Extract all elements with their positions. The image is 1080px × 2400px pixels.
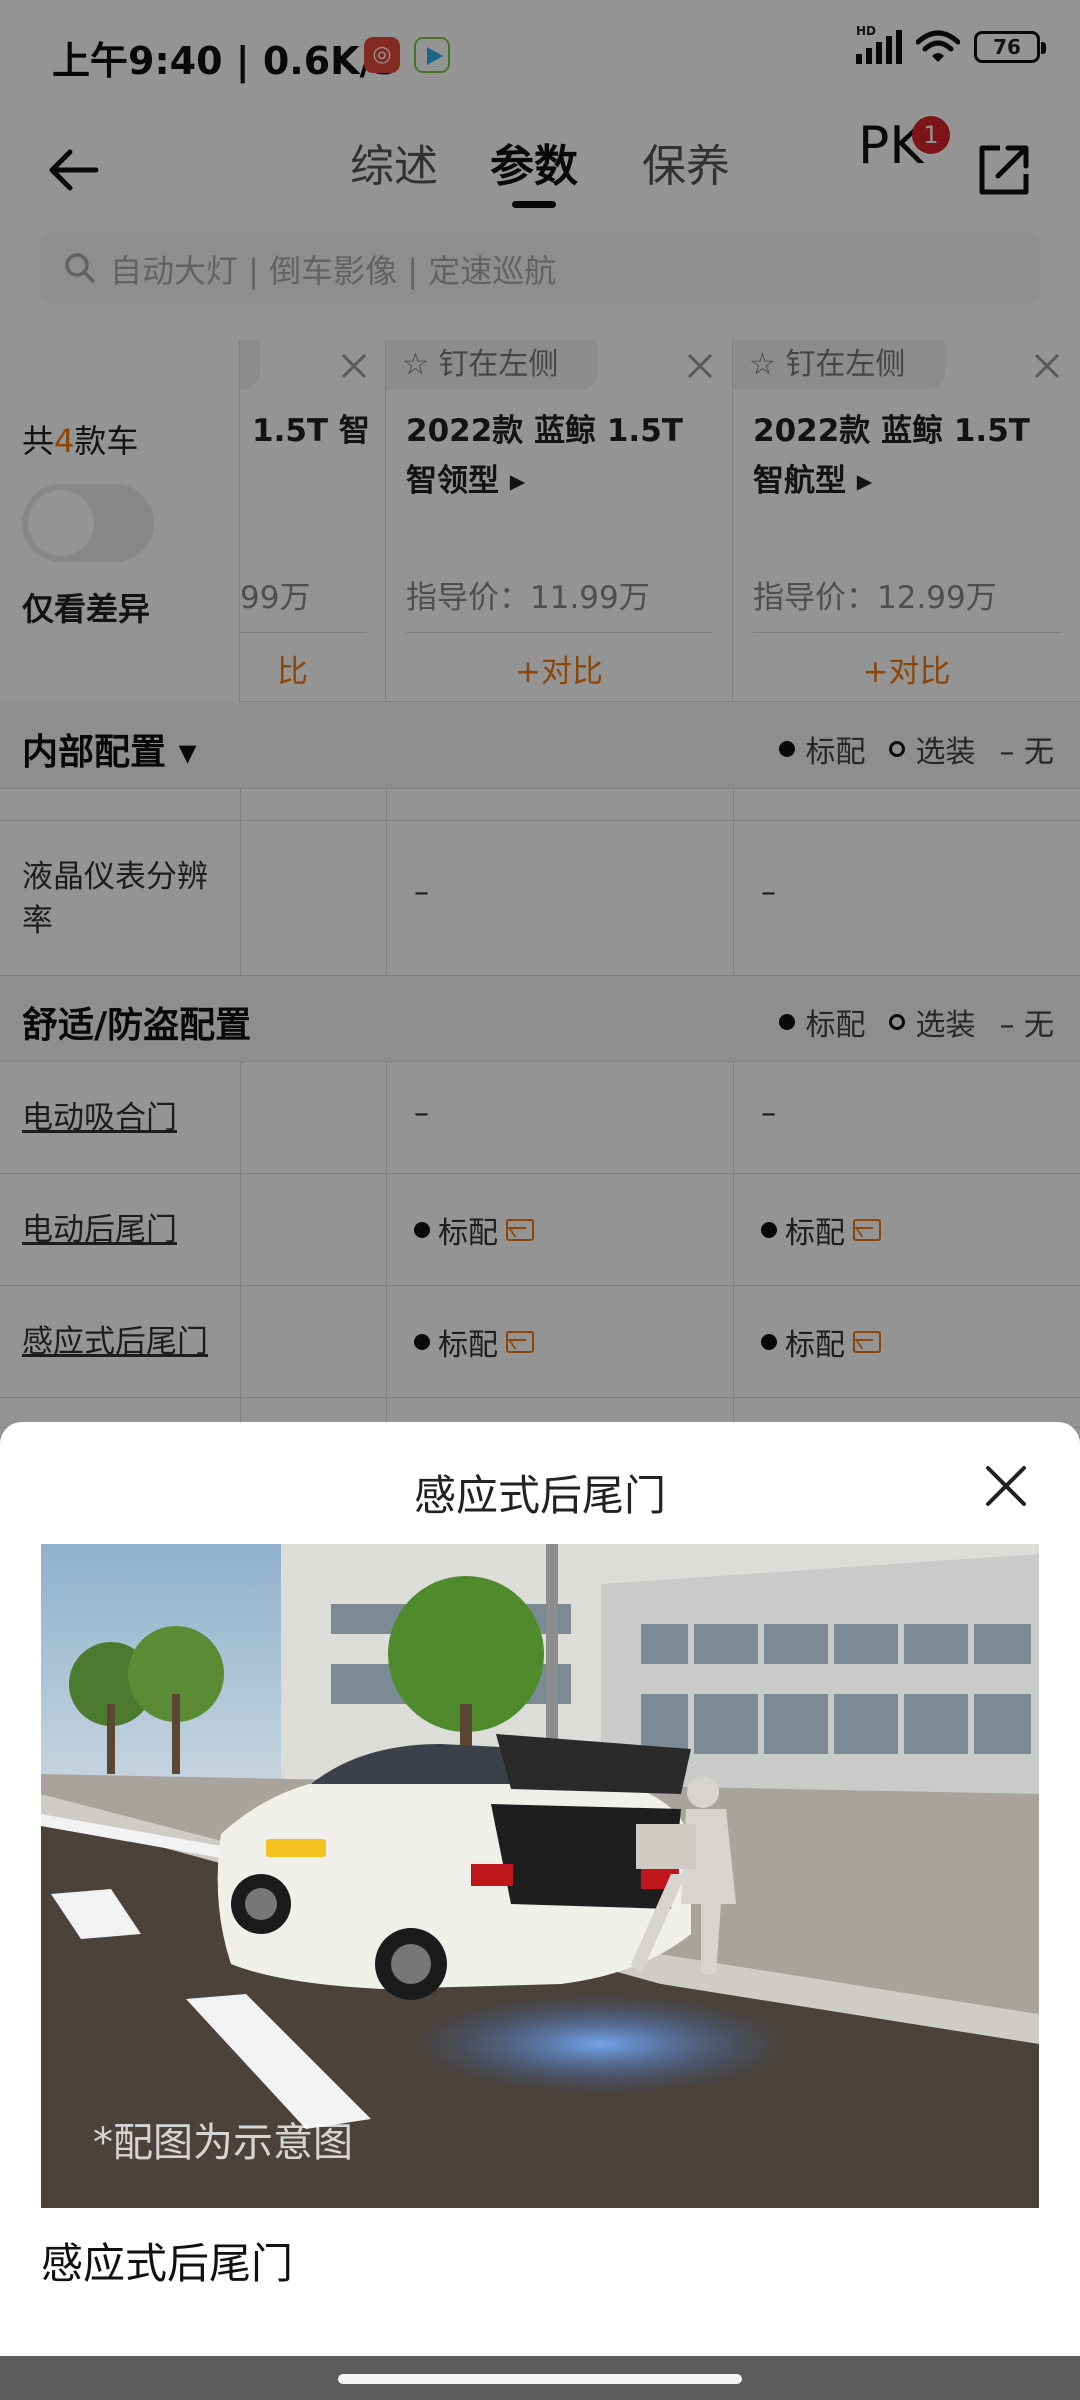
sheet-title: 感应式后尾门 xyxy=(413,1471,666,1520)
feature-detail-sheet: 感应式后尾门 *配图为示意图 感应式后尾门 xyxy=(0,1422,1080,2356)
feature-illustration-image: *配图为示意图 xyxy=(41,1544,1039,2208)
close-icon[interactable] xyxy=(982,1462,1030,1510)
navigation-gesture-bar xyxy=(0,2356,1080,2400)
feature-name: 感应式后尾门 xyxy=(41,2239,294,2288)
image-caption: *配图为示意图 xyxy=(93,2120,353,2166)
home-indicator[interactable] xyxy=(338,2374,742,2384)
tailgate-illustration xyxy=(41,1544,1039,2208)
